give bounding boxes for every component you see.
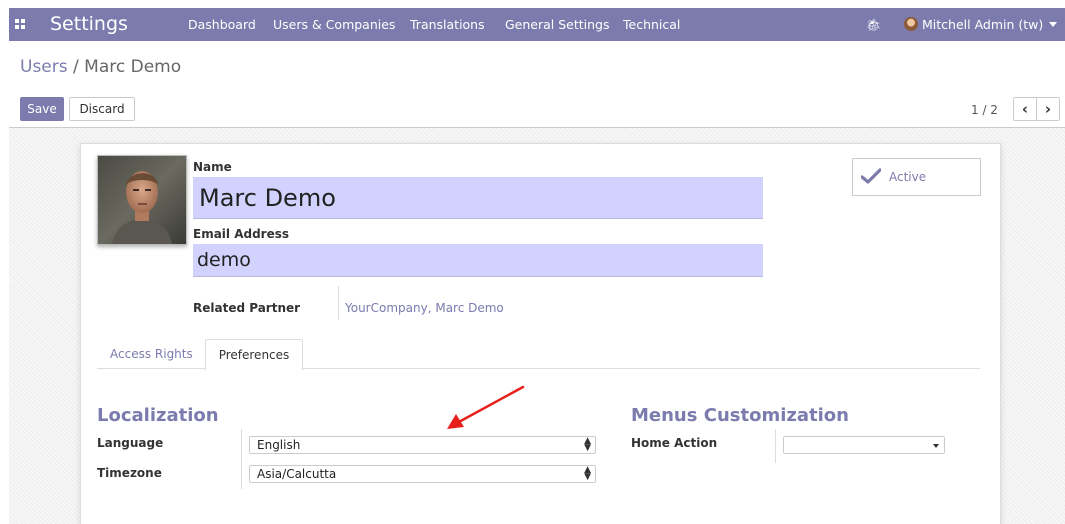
chevron-right-icon: › [1044,100,1052,118]
menu-general-settings[interactable]: General Settings [505,17,610,32]
breadcrumb-separator: / [73,57,79,77]
active-toggle-button[interactable]: Active [852,158,981,196]
language-value: English [257,438,301,452]
form-view: Name Marc Demo Email Address demo Relate… [9,128,1065,524]
menu-dashboard[interactable]: Dashboard [188,17,256,32]
language-select[interactable]: English ▲ ▼ [249,436,596,454]
tab-access-rights[interactable]: Access Rights [98,339,205,369]
pager-next-button[interactable]: › [1036,97,1060,121]
home-action-select[interactable] [783,436,945,454]
timezone-label: Timezone [97,466,162,480]
field-separator [241,429,242,489]
select-arrows-icon: ▲ ▼ [584,436,591,453]
language-label: Language [97,436,164,450]
home-action-label: Home Action [631,436,718,450]
timezone-value: Asia/Calcutta [257,467,337,481]
field-separator [775,429,776,463]
user-menu[interactable]: Mitchell Admin (tw) [922,17,1043,32]
menu-translations[interactable]: Translations [410,17,485,32]
menus-customization-title: Menus Customization [631,405,849,426]
menu-users-companies[interactable]: Users & Companies [273,17,395,32]
localization-title: Localization [97,405,219,426]
app-title[interactable]: Settings [50,13,128,35]
chevron-left-icon: ‹ [1021,100,1029,118]
annotation-arrow-icon [447,385,525,429]
select-arrows-icon: ▲ ▼ [584,465,591,482]
pager-value[interactable]: 1 / 2 [971,103,998,117]
email-input[interactable]: demo [193,244,763,277]
caret-down-icon[interactable] [1049,22,1057,27]
email-label: Email Address [193,227,290,241]
odoo-window: Settings Dashboard Users & Companies Tra… [9,8,1065,524]
control-panel: Users / Marc Demo Save Discard 1 / 2 ‹ › [9,41,1065,128]
form-sheet: Name Marc Demo Email Address demo Relate… [80,143,1001,524]
breadcrumb: Users / Marc Demo [20,57,181,77]
debug-bug-icon[interactable]: 🐞︎ [866,18,881,32]
active-label: Active [889,170,927,184]
related-partner-label: Related Partner [193,301,301,315]
apps-grid-icon[interactable] [15,19,25,29]
name-label: Name [193,160,232,174]
pager-previous-button[interactable]: ‹ [1013,97,1037,121]
timezone-select[interactable]: Asia/Calcutta ▲ ▼ [249,465,596,483]
save-button[interactable]: Save [20,97,64,121]
user-photo-image [98,156,186,244]
user-avatar[interactable] [904,17,918,31]
chevron-down-icon [933,444,939,448]
checkmark-icon [861,168,881,184]
related-partner-link[interactable]: YourCompany, Marc Demo [345,301,504,315]
breadcrumb-users[interactable]: Users [20,57,68,77]
field-separator [338,286,339,320]
breadcrumb-current: Marc Demo [84,57,182,77]
tab-preferences[interactable]: Preferences [205,339,303,371]
top-navbar: Settings Dashboard Users & Companies Tra… [9,8,1065,41]
user-photo[interactable] [97,155,187,245]
menu-technical[interactable]: Technical [623,17,680,32]
name-input[interactable]: Marc Demo [193,177,763,219]
discard-button[interactable]: Discard [69,97,135,121]
